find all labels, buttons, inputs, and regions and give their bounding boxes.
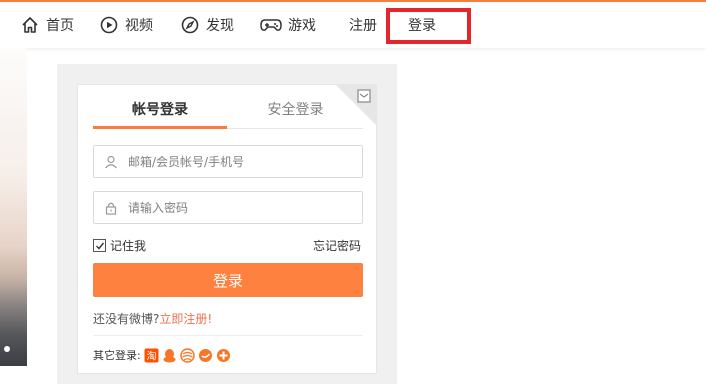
username-input[interactable]: [128, 146, 362, 177]
taobao-icon[interactable]: 淘: [144, 348, 159, 363]
forgot-password-link[interactable]: 忘记密码: [313, 237, 361, 254]
tab-secure-login[interactable]: 安全登录: [228, 99, 363, 119]
gamepad-icon: [260, 19, 282, 31]
password-field[interactable]: [93, 191, 363, 224]
alipay-icon[interactable]: [198, 348, 213, 363]
other-login-row: 其它登录: 淘: [93, 347, 231, 363]
carousel-dot[interactable]: [4, 346, 10, 352]
remember-label: 记住我: [110, 239, 147, 253]
nav-home[interactable]: 首页: [20, 12, 74, 38]
lock-icon: [94, 201, 128, 215]
remember-me[interactable]: 记住我: [93, 237, 146, 254]
register-prompt: 还没有微博?立即注册!: [93, 310, 212, 327]
login-card: 帐号登录 安全登录 记住我 忘记密码 登录 还没有微博?立即注册! 其它登录: …: [77, 84, 377, 374]
no-account-text: 还没有微博?: [93, 312, 160, 326]
qq-icon[interactable]: [162, 348, 177, 363]
checkmark-icon: [95, 242, 104, 250]
nav-register-label: 注册: [349, 18, 377, 34]
active-tab-indicator: [93, 126, 227, 129]
nav-games-label: 游戏: [288, 18, 316, 34]
highlight-annotation-box: [386, 8, 471, 44]
nav-home-label: 首页: [46, 18, 74, 34]
remember-checkbox[interactable]: [93, 239, 106, 252]
register-now-link[interactable]: 立即注册!: [159, 312, 212, 326]
login-tabs: 帐号登录 安全登录: [93, 85, 363, 129]
password-input[interactable]: [128, 192, 362, 223]
divider: [93, 335, 363, 336]
video-icon: [100, 16, 118, 34]
compass-icon: [181, 16, 199, 34]
home-icon: [22, 17, 38, 33]
360-icon[interactable]: [216, 348, 231, 363]
top-nav-bar: 首页 视频 发现 游戏 注册 登录: [0, 0, 706, 48]
login-submit-button[interactable]: 登录: [93, 263, 363, 297]
username-field[interactable]: [93, 145, 363, 178]
nav-games[interactable]: 游戏: [260, 12, 316, 38]
nav-register-link[interactable]: 注册: [349, 12, 377, 38]
tianyi-icon[interactable]: [179, 347, 195, 363]
nav-discover[interactable]: 发现: [180, 12, 234, 38]
nav-video-label: 视频: [125, 18, 153, 34]
other-login-label: 其它登录:: [93, 349, 141, 362]
svg-text:淘: 淘: [146, 349, 156, 362]
background-photo: [0, 48, 27, 366]
nav-discover-label: 发现: [206, 18, 234, 34]
user-icon: [94, 155, 128, 169]
nav-video[interactable]: 视频: [99, 12, 153, 38]
tab-account-login[interactable]: 帐号登录: [93, 99, 227, 119]
